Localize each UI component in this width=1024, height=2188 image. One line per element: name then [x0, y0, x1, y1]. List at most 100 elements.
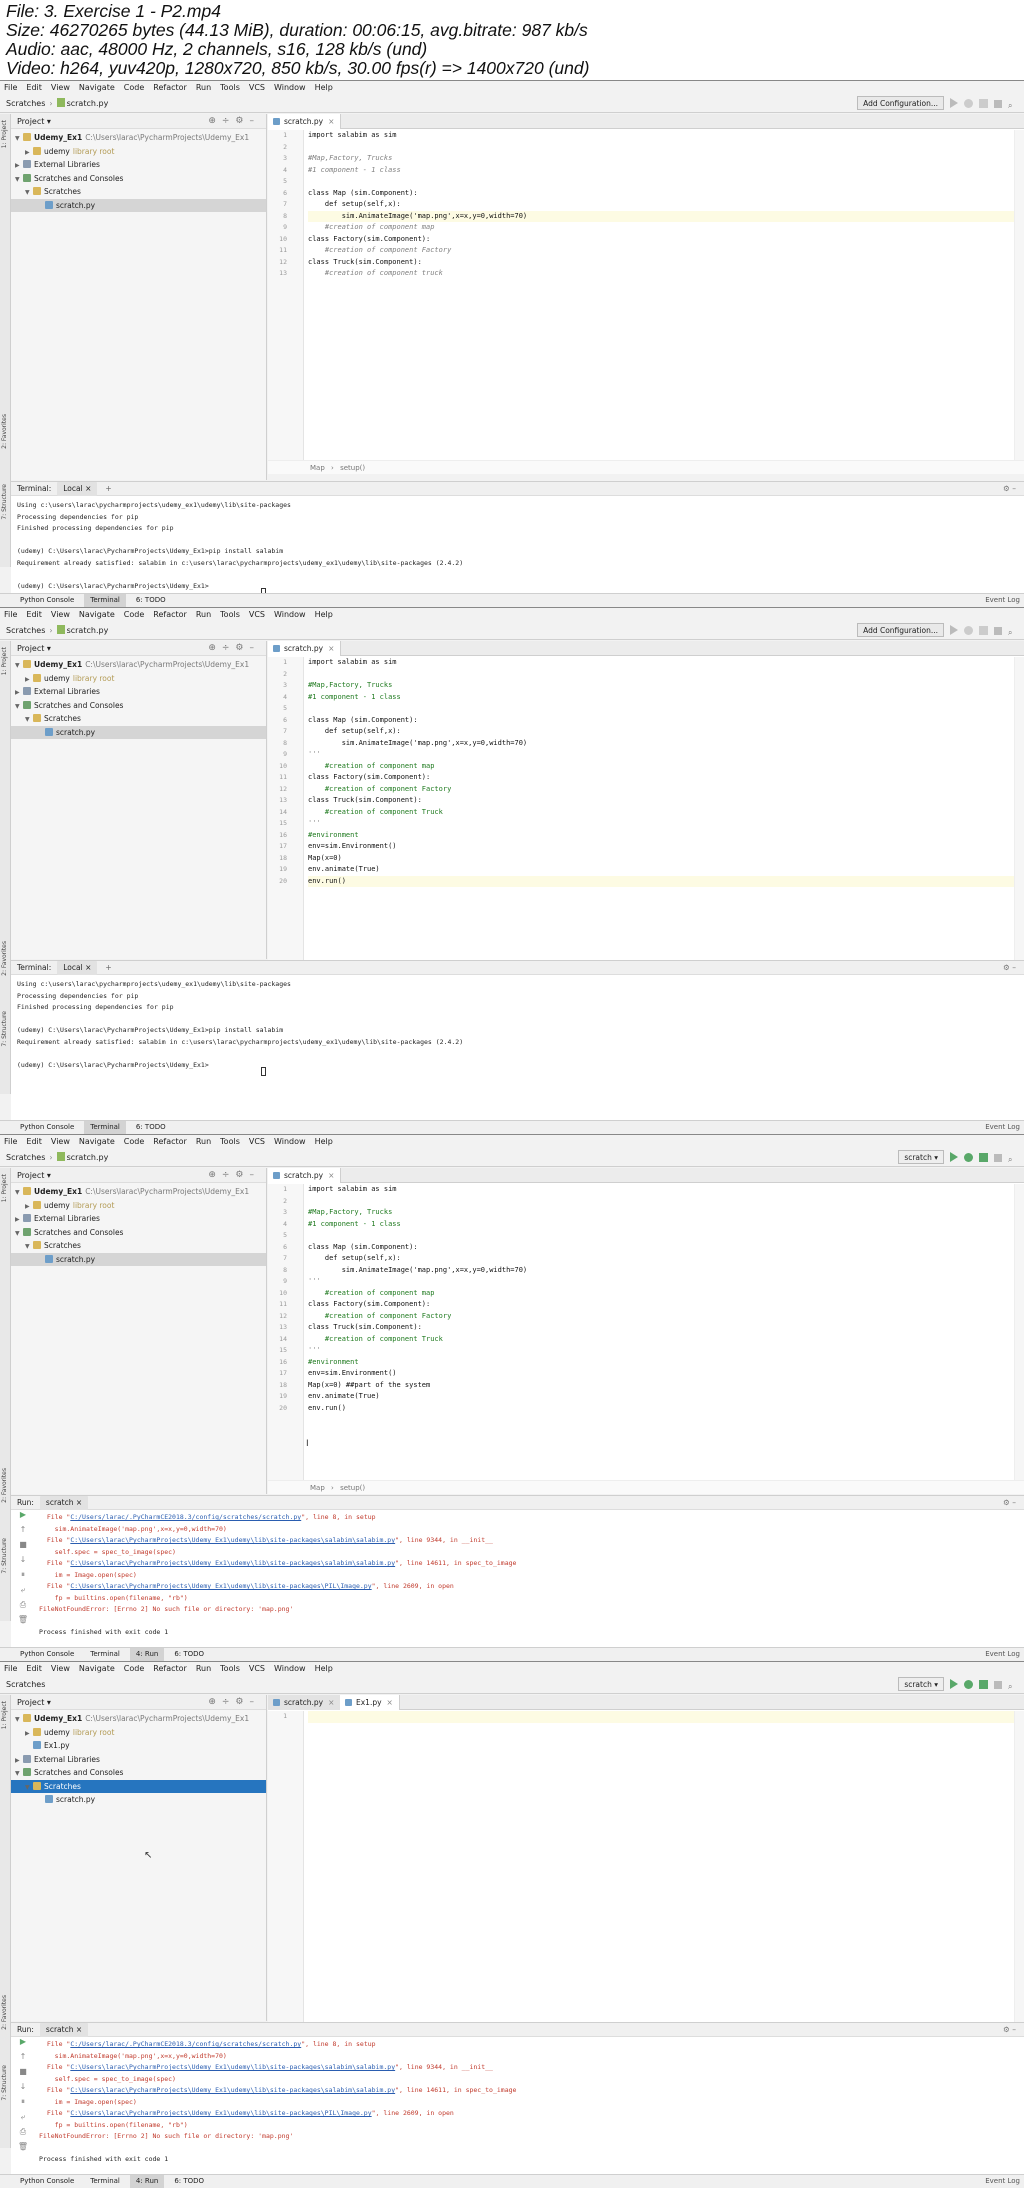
tree-external-libraries[interactable]: ▶ External Libraries [11, 1753, 266, 1767]
gear-icon[interactable]: ⚙ – [1003, 2023, 1016, 2037]
project-panel-title[interactable]: Project [17, 117, 44, 126]
code-line[interactable]: def setup(self,x): [308, 726, 1024, 738]
editor-scrollbar[interactable] [1014, 130, 1024, 460]
terminal-tab-local[interactable]: Local × [57, 961, 98, 975]
traceback-file-link[interactable]: C:\Users\larac\PycharmProjects\Udemy_Ex1… [70, 2109, 371, 2117]
menu-item[interactable]: Code [124, 83, 144, 92]
code-line[interactable] [308, 176, 1024, 188]
tree-scratches[interactable]: ▼ Scratches [11, 712, 266, 726]
menu-item[interactable]: Run [196, 1664, 211, 1673]
editor-scrollbar[interactable] [1014, 1711, 1024, 2025]
python-console-button[interactable]: Python Console [14, 1121, 80, 1134]
run-tab-scratch[interactable]: scratch × [39, 1496, 89, 1510]
menu-item[interactable]: Run [196, 83, 211, 92]
up-icon[interactable]: ↑ [11, 2052, 35, 2067]
tree-ex1-file[interactable]: Ex1.py [11, 1739, 266, 1753]
menu-item[interactable]: Refactor [153, 610, 187, 619]
run-config-select[interactable]: scratch ▾ [898, 1677, 944, 1691]
menu-item[interactable]: Code [124, 1137, 144, 1146]
crumb-map[interactable]: Map [310, 1484, 325, 1492]
event-log-button[interactable]: Event Log [985, 1121, 1020, 1134]
python-console-button[interactable]: Python Console [14, 2175, 80, 2188]
code-line[interactable]: env=sim.Environment() [308, 841, 1024, 853]
side-tab-structure[interactable]: 7: Structure [1, 1011, 10, 1047]
code-line[interactable]: #Map,Factory, Trucks [308, 680, 1024, 692]
tree-external-libraries[interactable]: ▶ External Libraries [11, 685, 266, 699]
tree-scratches[interactable]: ▼ Scratches [11, 1239, 266, 1253]
code-line[interactable] [308, 669, 1024, 681]
menu-item[interactable]: Run [196, 610, 211, 619]
editor-scrollbar[interactable] [1014, 1184, 1024, 1480]
code-line[interactable]: import salabim as sim [308, 130, 1024, 142]
menu-item[interactable]: File [4, 610, 17, 619]
side-tab-favorites[interactable]: 2: Favorites [1, 414, 10, 449]
terminal-button[interactable]: Terminal [84, 1648, 126, 1661]
code-line[interactable]: ''' [308, 1345, 1024, 1357]
code-line[interactable]: import salabim as sim [308, 1184, 1024, 1196]
menu-item[interactable]: View [51, 1137, 70, 1146]
menu-item[interactable]: Code [124, 610, 144, 619]
run-output[interactable]: File "C:/Users/larac/.PyCharmCE2018.3/co… [39, 2039, 1024, 2166]
coverage-icon[interactable] [979, 1680, 988, 1689]
trash-icon[interactable]: 🗑 [11, 2142, 35, 2157]
terminal-button[interactable]: Terminal [84, 594, 126, 607]
menu-item[interactable]: Help [315, 610, 333, 619]
code-line[interactable]: env.animate(True) [308, 1391, 1024, 1403]
run-button[interactable]: 4: Run [129, 2175, 165, 2188]
run-icon[interactable] [950, 625, 958, 635]
menu-item[interactable]: Tools [220, 1137, 240, 1146]
menu-item[interactable]: Tools [220, 83, 240, 92]
run-button[interactable]: 4: Run [129, 1648, 165, 1661]
stop-icon[interactable]: ■ [11, 1540, 35, 1555]
code-line[interactable] [308, 142, 1024, 154]
todo-button[interactable]: 6: TODO [130, 594, 172, 607]
side-tab-project[interactable]: 1: Project [1, 647, 10, 675]
run-icon[interactable] [950, 98, 958, 108]
code-line[interactable]: def setup(self,x): [308, 1253, 1024, 1265]
crumb-setup[interactable]: setup() [340, 464, 365, 472]
menu-item[interactable]: Navigate [79, 83, 115, 92]
side-tab-favorites[interactable]: 2: Favorites [1, 1468, 10, 1503]
tree-scratches[interactable]: ▼ Scratches [11, 1779, 266, 1793]
traceback-file-link[interactable]: C:/Users/larac/.PyCharmCE2018.3/config/s… [70, 2040, 301, 2048]
print-icon[interactable]: ⎙ [11, 1600, 35, 1615]
code-line[interactable]: import salabim as sim [308, 657, 1024, 669]
code-line[interactable]: env=sim.Environment() [308, 1368, 1024, 1380]
code-line[interactable] [308, 703, 1024, 715]
menu-item[interactable]: Navigate [79, 1664, 115, 1673]
traceback-file-link[interactable]: C:\Users\larac\PycharmProjects\Udemy_Ex1… [70, 2086, 395, 2094]
menu-item[interactable]: File [4, 1664, 17, 1673]
code-line[interactable]: Map(x=0) ##part of the system [308, 1380, 1024, 1392]
trash-icon[interactable]: 🗑 [11, 1615, 35, 1630]
debug-icon[interactable] [964, 626, 973, 635]
code-line[interactable]: class Truck(sim.Component): [308, 257, 1024, 269]
tree-external-libraries[interactable]: ▶ External Libraries [11, 1212, 266, 1226]
traceback-file-link[interactable]: C:\Users\larac\PycharmProjects\Udemy_Ex1… [70, 1582, 371, 1590]
tree-scratches-consoles[interactable]: ▼ Scratches and Consoles [11, 172, 266, 186]
tree-udemy[interactable]: ▶ udemy library root [11, 1199, 266, 1213]
up-icon[interactable]: ↑ [11, 1525, 35, 1540]
stop-icon[interactable] [994, 100, 1002, 108]
code-line[interactable]: #creation of component truck [308, 268, 1024, 280]
code-line[interactable]: class Map (sim.Component): [308, 715, 1024, 727]
editor-tab-scratch[interactable]: scratch.py × [268, 641, 342, 656]
tree-scratch-file[interactable]: scratch.py [11, 725, 266, 739]
stop-icon[interactable]: ■ [11, 2067, 35, 2082]
code-line[interactable] [308, 1230, 1024, 1242]
code-line[interactable]: #creation of component map [308, 222, 1024, 234]
menu-item[interactable]: VCS [249, 1137, 265, 1146]
code-line[interactable]: ''' [308, 818, 1024, 830]
coverage-icon[interactable] [979, 99, 988, 108]
tree-root[interactable]: ▼ Udemy_Ex1 C:\Users\larac\PycharmProjects… [11, 1712, 266, 1726]
wrap-icon[interactable]: ⤶ [11, 2112, 35, 2127]
code-line[interactable]: class Map (sim.Component): [308, 188, 1024, 200]
menu-item[interactable]: Help [315, 1137, 333, 1146]
traceback-file-link[interactable]: C:/Users/larac/.PyCharmCE2018.3/config/s… [70, 1513, 301, 1521]
gear-icon[interactable]: ⚙ – [1003, 961, 1016, 975]
side-tab-project[interactable]: 1: Project [1, 120, 10, 148]
python-console-button[interactable]: Python Console [14, 1648, 80, 1661]
event-log-button[interactable]: Event Log [985, 1648, 1020, 1661]
close-icon[interactable]: × [328, 644, 334, 653]
gear-icon[interactable]: ⚙ – [1003, 482, 1016, 496]
run-icon[interactable] [950, 1152, 958, 1162]
